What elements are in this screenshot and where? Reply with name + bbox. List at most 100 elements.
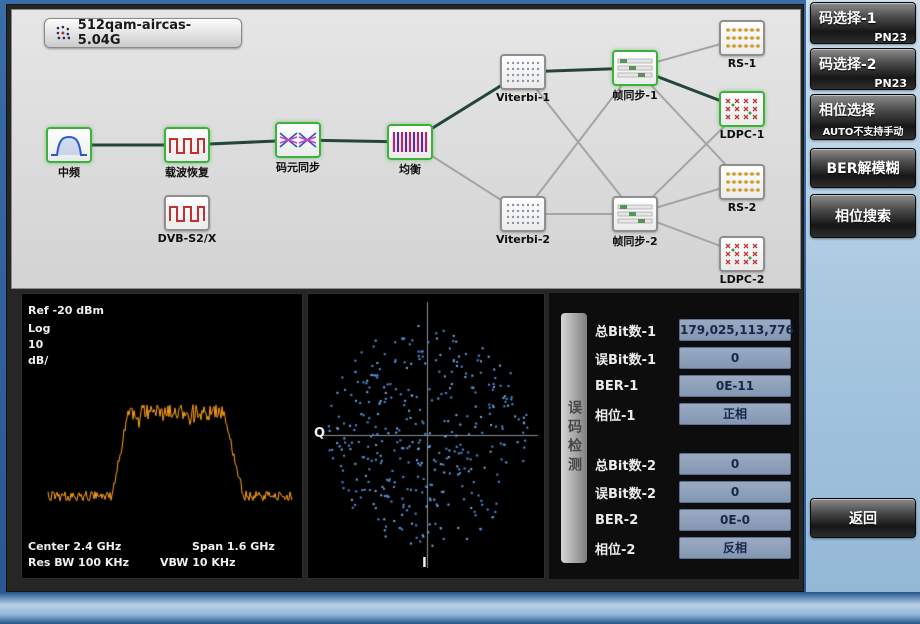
- ber-row-value: 0: [679, 347, 791, 369]
- button-sublabel: PN23: [811, 28, 915, 44]
- flow-node-label: RS-2: [702, 201, 782, 214]
- flow-node-carrier[interactable]: 载波恢复: [147, 127, 227, 180]
- ber-row: 总Bit数-1179,025,113,776: [595, 319, 791, 341]
- main-area: 512qam-aircas-5.04G 中频 载波恢复 码元同步 均衡 Viterbi-…: [6, 4, 804, 592]
- flow-node-framesync1[interactable]: 帧同步-1: [595, 50, 675, 103]
- flow-node-rs2[interactable]: RS-2: [702, 164, 782, 214]
- flow-node-label: LDPC-2: [702, 273, 782, 286]
- flow-diagram: 512qam-aircas-5.04G 中频 载波恢复 码元同步 均衡 Viterbi-…: [11, 9, 801, 289]
- ber-tab-label: 误码检测: [561, 313, 587, 563]
- flow-node-ldpc1[interactable]: LDPC-1: [702, 91, 782, 141]
- button-sublabel: PN23: [811, 74, 915, 90]
- ber-rows: 总Bit数-1179,025,113,776误Bit数-10BER-10E-11…: [595, 319, 791, 565]
- phase-select-button[interactable]: 相位选择AUTO不支持手动: [810, 94, 916, 140]
- spectrum-log-label: Log: [28, 322, 50, 335]
- ber-row: 相位-2反相: [595, 537, 791, 559]
- ber-row-value: 正相: [679, 403, 791, 425]
- spectrum-panel: Ref -20 dBm Log 10 dB/ Center 2.4 GHz Sp…: [21, 293, 303, 579]
- button-label: 码选择-1: [811, 3, 915, 28]
- signal-file-label: 512qam-aircas-5.04G: [78, 18, 232, 48]
- spectrum-ref-label: Ref -20 dBm: [28, 304, 104, 317]
- spectrum-scale-label: 10: [28, 338, 43, 351]
- if-icon: [46, 127, 92, 163]
- wave-icon: [164, 127, 210, 163]
- spectrum-rbw-label: Res BW 100 KHz: [28, 556, 129, 569]
- axis-label-q: Q: [314, 426, 325, 441]
- spectrum-vbw-label: VBW 10 KHz: [160, 556, 236, 569]
- wave-icon: [164, 195, 210, 231]
- ber-row-value: 0E-11: [679, 375, 791, 397]
- spectrum-center-label: Center 2.4 GHz: [28, 540, 121, 553]
- ber-row-label: BER-2: [595, 513, 679, 528]
- back-button[interactable]: 返回: [810, 498, 916, 538]
- flow-node-label: DVB-S2/X: [147, 232, 227, 245]
- code-select-1-button[interactable]: 码选择-1PN23: [810, 2, 916, 44]
- flow-node-dvbs2x[interactable]: DVB-S2/X: [147, 195, 227, 245]
- flow-node-framesync2[interactable]: 帧同步-2: [595, 196, 675, 249]
- flow-node-label: Viterbi-1: [483, 91, 563, 104]
- ber-row-label: 总Bit数-1: [595, 321, 679, 340]
- flow-node-label: 帧同步-2: [595, 233, 675, 249]
- ldpc-icon: [719, 236, 765, 272]
- ber-row-label: 误Bit数-1: [595, 349, 679, 368]
- stripes-icon: [387, 124, 433, 160]
- frame-icon: [612, 50, 658, 86]
- ber-row-label: 相位-2: [595, 539, 679, 558]
- ber-row: 误Bit数-20: [595, 481, 791, 503]
- axis-label-i: I: [422, 556, 427, 571]
- app-window: { "flow": { "header_button": { "label": …: [0, 0, 920, 624]
- flow-node-label: 均衡: [370, 161, 450, 177]
- flow-node-label: 中频: [29, 164, 109, 180]
- constellation-icon: [54, 24, 72, 42]
- flow-node-label: Viterbi-2: [483, 233, 563, 246]
- flow-node-ldpc2[interactable]: LDPC-2: [702, 236, 782, 286]
- flow-node-label: LDPC-1: [702, 128, 782, 141]
- ber-row-value: 179,025,113,776: [679, 319, 791, 341]
- ber-row-value: 0: [679, 453, 791, 475]
- button-label: 码选择-2: [811, 49, 915, 74]
- ber-row-value: 0: [679, 481, 791, 503]
- ber-row-label: BER-1: [595, 379, 679, 394]
- trellis-icon: [500, 196, 546, 232]
- ber-row: BER-10E-11: [595, 375, 791, 397]
- button-sublabel: AUTO不支持手动: [811, 120, 915, 138]
- spectrum-canvas: [22, 294, 302, 578]
- flow-node-label: 码元同步: [258, 159, 338, 175]
- ber-row-value: 反相: [679, 537, 791, 559]
- flow-node-label: RS-1: [702, 57, 782, 70]
- ber-row: 相位-1正相: [595, 403, 791, 425]
- button-label: 相位选择: [811, 95, 915, 120]
- phase-search-button[interactable]: 相位搜索: [810, 194, 916, 238]
- ber-row-value: 0E-0: [679, 509, 791, 531]
- flow-node-label: 帧同步-1: [595, 87, 675, 103]
- constellation-canvas: [308, 294, 544, 578]
- ber-row-label: 相位-1: [595, 405, 679, 424]
- eye-icon: [275, 122, 321, 158]
- ber-row: 误Bit数-10: [595, 347, 791, 369]
- window-footer: [0, 592, 920, 624]
- flow-node-viterbi2[interactable]: Viterbi-2: [483, 196, 563, 246]
- spectrum-span-label: Span 1.6 GHz: [192, 540, 275, 553]
- flow-node-label: 载波恢复: [147, 164, 227, 180]
- ber-row-label: 误Bit数-2: [595, 483, 679, 502]
- flow-node-symsync[interactable]: 码元同步: [258, 122, 338, 175]
- rs-icon: [719, 20, 765, 56]
- ber-disambiguate-button[interactable]: BER解模糊: [810, 148, 916, 188]
- flow-node-eq[interactable]: 均衡: [370, 124, 450, 177]
- flow-node-viterbi1[interactable]: Viterbi-1: [483, 54, 563, 104]
- spectrum-unit-label: dB/: [28, 354, 48, 367]
- sidebar: 码选择-1PN23码选择-2PN23相位选择AUTO不支持手动BER解模糊相位搜…: [806, 0, 920, 592]
- ber-row-label: 总Bit数-2: [595, 455, 679, 474]
- ber-row: 总Bit数-20: [595, 453, 791, 475]
- ber-row: BER-20E-0: [595, 509, 791, 531]
- ber-panel: 误码检测 总Bit数-1179,025,113,776误Bit数-10BER-1…: [549, 293, 799, 579]
- trellis-icon: [500, 54, 546, 90]
- code-select-2-button[interactable]: 码选择-2PN23: [810, 48, 916, 90]
- flow-node-if[interactable]: 中频: [29, 127, 109, 180]
- flow-node-rs1[interactable]: RS-1: [702, 20, 782, 70]
- signal-file-button[interactable]: 512qam-aircas-5.04G: [44, 18, 242, 48]
- frame-icon: [612, 196, 658, 232]
- ldpc-icon: [719, 91, 765, 127]
- rs-icon: [719, 164, 765, 200]
- constellation-panel: Q I: [307, 293, 545, 579]
